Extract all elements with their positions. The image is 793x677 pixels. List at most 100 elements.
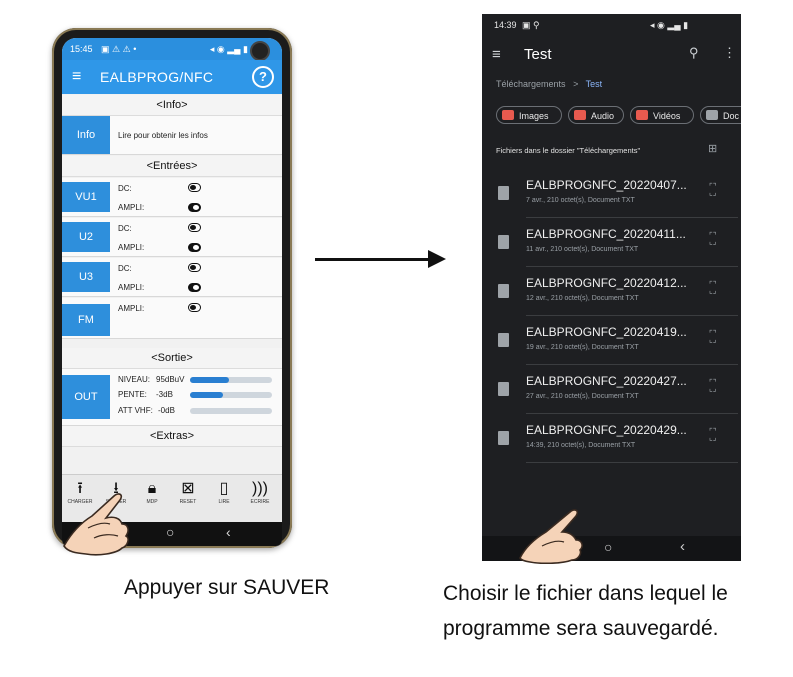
back-icon[interactable]: ‹ <box>226 524 231 540</box>
divider <box>526 462 738 463</box>
folder-title: Test <box>524 46 552 63</box>
home-icon[interactable]: ○ <box>604 539 612 555</box>
expand-icon[interactable]: ⌜⌝ ⌞⌟ <box>709 232 717 246</box>
ampli-toggle[interactable] <box>188 303 201 312</box>
breadcrumb-current: Test <box>585 79 603 89</box>
expand-icon[interactable]: ⌜⌝ ⌞⌟ <box>709 330 717 344</box>
expand-icon[interactable]: ⌜⌝ ⌞⌟ <box>709 281 717 295</box>
list-item[interactable]: EALBPROGNFC_20220407... 7 avr., 210 octe… <box>482 170 741 219</box>
list-item[interactable]: EALBPROGNFC_20220419... 19 avr., 210 oct… <box>482 317 741 366</box>
dc-toggle[interactable] <box>188 183 201 192</box>
list-item[interactable]: EALBPROGNFC_20220427... 27 avr., 210 oct… <box>482 366 741 415</box>
grid-view-icon[interactable]: ⊞ <box>708 142 717 155</box>
expand-icon[interactable]: ⌜⌝ ⌞⌟ <box>709 183 717 197</box>
list-item[interactable]: EALBPROGNFC_20220411... 11 avr., 210 oct… <box>482 219 741 268</box>
lire-label: LIRE <box>218 499 230 505</box>
system-icons: ◂ ◉ ▂▄ ▮ <box>209 44 248 54</box>
channel-tab[interactable]: VU1 <box>62 182 110 212</box>
mdp-button[interactable]: 🔒︎ MDP <box>134 479 170 505</box>
ampli-toggle[interactable] <box>188 203 201 212</box>
divider <box>526 413 738 414</box>
file-name: EALBPROGNFC_20220419... <box>526 325 687 339</box>
divider <box>526 315 738 316</box>
niveau-slider[interactable] <box>190 377 272 383</box>
chip-videos-label: Vidéos <box>653 111 681 121</box>
chip-documents[interactable]: Doc <box>700 106 741 124</box>
sortie-header: <Sortie> <box>62 348 282 369</box>
chip-documents-label: Doc <box>723 111 740 121</box>
niveau-label: NIVEAU: <box>118 375 151 384</box>
expand-icon[interactable]: ⌜⌝ ⌞⌟ <box>709 428 717 442</box>
reset-icon: ⊠ <box>181 480 195 497</box>
lock-icon: 🔒︎ <box>147 480 157 497</box>
caption-right: Choisir le fichier dans lequel le progra… <box>443 582 728 640</box>
niveau-value: 95dBuV <box>156 375 185 384</box>
file-name: EALBPROGNFC_20220429... <box>526 423 687 437</box>
channel-tab[interactable]: U3 <box>62 262 110 292</box>
divider <box>526 364 738 365</box>
lire-button[interactable]: ▯ LIRE <box>206 479 242 505</box>
app-title: EALBPROG/NFC <box>100 69 214 85</box>
channel-tab[interactable]: FM <box>62 304 110 336</box>
channel-row: VU1 DC: AMPLI: <box>62 178 282 217</box>
menu-icon[interactable]: ≡ <box>492 46 501 63</box>
more-options-icon[interactable]: ⋮ <box>723 45 736 61</box>
audio-icon <box>574 110 586 120</box>
channel-tab[interactable]: U2 <box>62 222 110 252</box>
file-meta: 12 avr., 210 octet(s), Document TXT <box>526 295 639 302</box>
dc-toggle[interactable] <box>188 223 201 232</box>
mdp-label: MDP <box>146 499 158 505</box>
reset-label: RESET <box>179 499 197 505</box>
phone-right-screen: 14:39 ▣ ⚲ ◂ ◉ ▂▄ ▮ ≡ Test ⚲ ⋮ Télécharge… <box>482 14 741 561</box>
menu-icon[interactable]: ≡ <box>72 68 81 86</box>
chip-audio[interactable]: Audio <box>568 106 624 124</box>
text-file-icon <box>498 382 509 396</box>
att-vhf-label: ATT VHF: <box>118 406 153 415</box>
help-icon[interactable]: ? <box>252 66 274 88</box>
info-tab[interactable]: Info <box>62 116 110 154</box>
pente-label: PENTE: <box>118 390 147 399</box>
image-icon <box>502 110 514 120</box>
divider <box>526 266 738 267</box>
notification-icons: ▣ ⚲ <box>522 20 540 30</box>
file-meta: 14:39, 210 octet(s), Document TXT <box>526 442 636 449</box>
pente-slider[interactable] <box>190 392 272 398</box>
pointing-hand-icon <box>519 509 583 564</box>
entrees-header: <Entrées> <box>62 156 282 177</box>
chip-images[interactable]: Images <box>496 106 562 124</box>
dc-label: DC: <box>118 264 132 273</box>
ecrire-button[interactable]: ))) ECRIRE <box>242 479 278 505</box>
file-meta: 11 avr., 210 octet(s), Document TXT <box>526 246 639 253</box>
list-item[interactable]: EALBPROGNFC_20220412... 12 avr., 210 oct… <box>482 268 741 317</box>
output-tab[interactable]: OUT <box>62 375 110 419</box>
pente-slider-fill <box>190 392 223 398</box>
dc-toggle[interactable] <box>188 263 201 272</box>
att-vhf-slider[interactable] <box>190 408 272 414</box>
status-bar: 14:39 ▣ ⚲ ◂ ◉ ▂▄ ▮ <box>482 14 741 34</box>
chip-videos[interactable]: Vidéos <box>630 106 694 124</box>
ampli-toggle[interactable] <box>188 243 201 252</box>
text-file-icon <box>498 186 509 200</box>
status-time: 14:39 <box>494 20 517 30</box>
home-icon[interactable]: ○ <box>166 524 174 540</box>
search-icon[interactable]: ⚲ <box>689 45 699 61</box>
system-icons: ◂ ◉ ▂▄ ▮ <box>650 20 689 30</box>
ampli-label: AMPLI: <box>118 243 145 252</box>
list-item[interactable]: EALBPROGNFC_20220429... 14:39, 210 octet… <box>482 415 741 464</box>
text-file-icon <box>498 333 509 347</box>
channel-row: FM AMPLI: <box>62 298 282 339</box>
file-meta: 7 avr., 210 octet(s), Document TXT <box>526 197 635 204</box>
arrow-line <box>315 258 433 261</box>
pointing-hand-icon <box>63 493 129 556</box>
ampli-label: AMPLI: <box>118 304 145 313</box>
back-icon[interactable]: ‹ <box>680 538 685 555</box>
output-row: OUT NIVEAU: 95dBuV PENTE: -3dB ATT VHF: … <box>62 369 282 426</box>
phone-left-screen: 15:45 ▣ ⚠ ⚠ • ◂ ◉ ▂▄ ▮ ≡ EALBPROG/NFC ? … <box>62 38 282 546</box>
expand-icon[interactable]: ⌜⌝ ⌞⌟ <box>709 379 717 393</box>
extras-header: <Extras> <box>62 426 282 447</box>
reset-button[interactable]: ⊠ RESET <box>170 479 206 505</box>
breadcrumb-separator: > <box>573 79 579 89</box>
ampli-toggle[interactable] <box>188 283 201 292</box>
breadcrumb-parent[interactable]: Téléchargements <box>496 79 566 89</box>
text-file-icon <box>498 284 509 298</box>
